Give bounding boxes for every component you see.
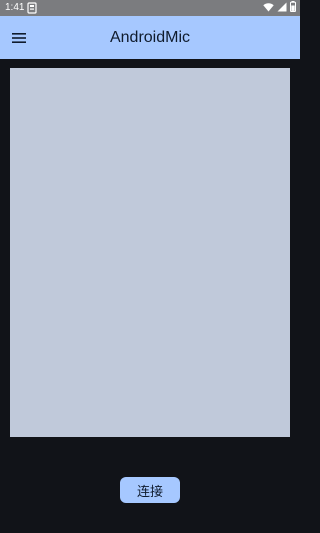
- log-panel: [10, 68, 290, 437]
- app-title: AndroidMic: [109, 28, 191, 46]
- wifi-icon: [263, 2, 274, 15]
- signal-icon: [277, 2, 287, 15]
- app-screen: 1:41 AndroidMic 连接: [0, 0, 300, 533]
- status-time: 1:41: [5, 2, 25, 13]
- menu-button[interactable]: [6, 25, 32, 51]
- status-bar: 1:41: [0, 0, 300, 16]
- notification-icon: [27, 2, 37, 14]
- hamburger-menu-icon: [12, 29, 26, 48]
- connect-button[interactable]: 连接: [120, 477, 180, 503]
- battery-icon: [290, 1, 296, 15]
- app-bar: AndroidMic: [0, 16, 300, 59]
- status-icons: [263, 1, 296, 15]
